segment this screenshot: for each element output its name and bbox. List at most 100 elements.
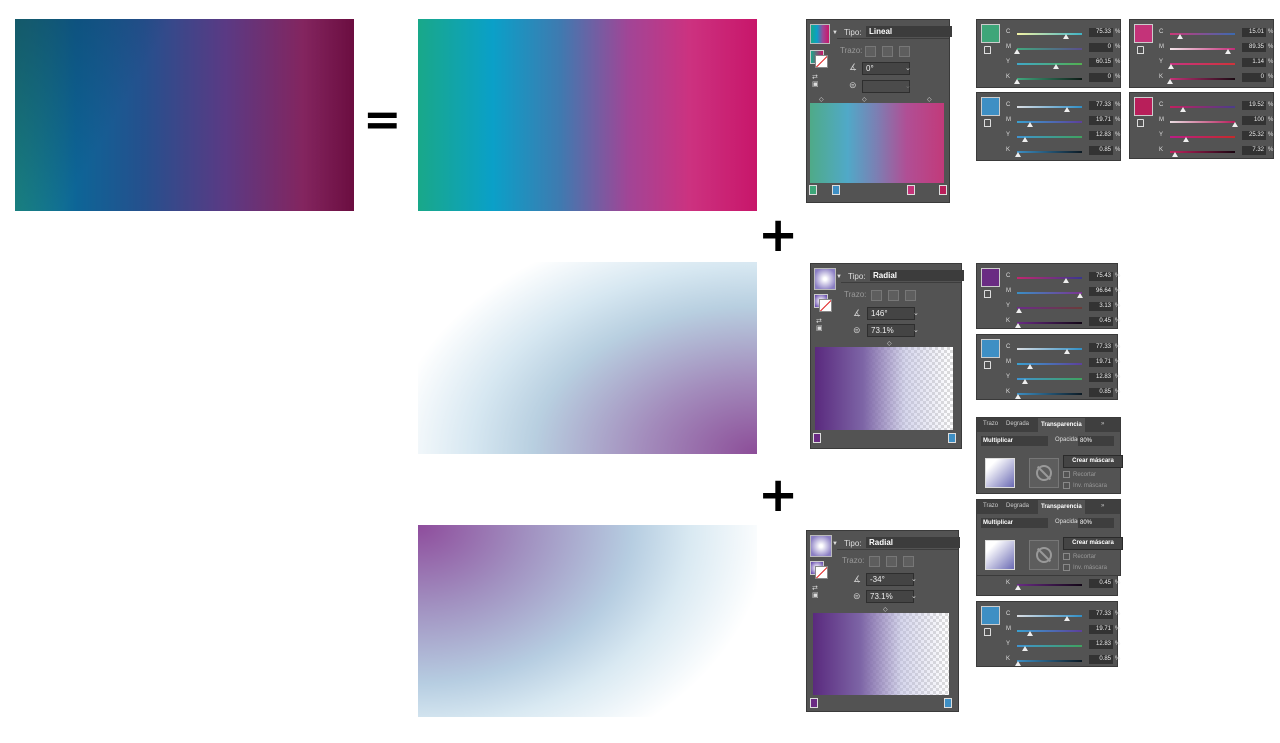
angle-field[interactable]: -34° [866,573,914,586]
slider-knob[interactable] [1014,323,1021,328]
stroke-along-button[interactable] [882,46,893,57]
tab-transparencia[interactable]: Transparencia [1038,500,1085,514]
tab-degradado[interactable]: Degrada [1006,421,1029,427]
tab-degradado[interactable]: Degrada [1006,503,1029,509]
channel-value-field[interactable]: 0 [1242,73,1266,82]
color-stop[interactable] [810,698,818,708]
chevron-down-icon[interactable]: ▼ [832,541,838,547]
blend-mode-select[interactable]: Multiplicar [981,518,1048,528]
channel-slider-track[interactable] [1017,292,1082,294]
channel-slider-track[interactable] [1017,151,1082,153]
color-swatch[interactable] [1134,24,1153,43]
tab-more[interactable]: » [1101,503,1104,509]
color-swatch[interactable] [981,268,1000,287]
slider-knob[interactable] [1014,49,1020,54]
channel-slider-track[interactable] [1170,136,1235,138]
slider-knob[interactable] [1027,122,1033,127]
channel-slider-track[interactable] [1170,63,1235,65]
slider-knob[interactable] [1062,34,1069,39]
channel-value-field[interactable]: 7.32 [1242,146,1266,155]
aspect-field[interactable]: 73.1% [867,324,915,337]
chevron-down-icon[interactable]: ▼ [836,274,842,280]
slider-knob[interactable] [1015,308,1022,313]
gradient-preview[interactable] [813,613,949,695]
slider-knob[interactable] [1014,394,1021,399]
swap-fill-stroke-icon[interactable]: ⇄ ▣ [816,318,823,332]
channel-slider-track[interactable] [1017,63,1082,65]
swap-fill-stroke-icon[interactable]: ⇄ ▣ [812,585,819,599]
object-thumbnail[interactable] [985,540,1015,570]
channel-value-field[interactable]: 1.14 [1242,58,1266,67]
make-mask-button[interactable]: Crear máscara [1063,537,1123,550]
channel-value-field[interactable]: 0.45 [1089,317,1113,326]
channel-slider-track[interactable] [1017,48,1082,50]
chevron-down-icon[interactable]: ⌄ [905,64,911,72]
color-stop[interactable] [809,185,817,195]
channel-value-field[interactable]: 60.15 [1089,58,1113,67]
color-swatch[interactable] [981,339,1000,358]
channel-slider-track[interactable] [1170,78,1235,80]
color-swatch[interactable] [1134,97,1153,116]
slider-knob[interactable] [1180,107,1186,112]
channel-slider-track[interactable] [1017,78,1082,80]
aspect-field[interactable] [862,80,910,93]
slider-knob[interactable] [1053,64,1059,69]
clip-checkbox[interactable]: Recortar [1063,471,1096,478]
chevron-down-icon[interactable]: ⌄ [913,326,919,334]
channel-value-field[interactable]: 19.71 [1089,116,1113,125]
invert-mask-checkbox[interactable]: Inv. máscara [1063,564,1107,571]
channel-value-field[interactable]: 77.33 [1089,610,1113,619]
tab-trazo[interactable]: Trazo [983,421,998,427]
slider-knob[interactable] [1064,107,1071,112]
slider-knob[interactable] [1176,34,1183,39]
slider-knob[interactable] [1022,137,1029,142]
midpoint-diamond[interactable]: ◇ [862,96,867,103]
channel-slider-track[interactable] [1017,393,1082,395]
slider-knob[interactable] [1167,79,1173,84]
aspect-field[interactable]: 73.1% [866,590,914,603]
midpoint-diamond[interactable]: ◇ [819,96,824,103]
slider-knob[interactable] [1014,661,1021,666]
color-stop[interactable] [813,433,821,443]
gradient-thumbnail[interactable] [810,24,830,44]
channel-value-field[interactable]: 96.64 [1089,287,1113,296]
gradient-thumbnail[interactable] [810,535,832,557]
chevron-down-icon[interactable]: ⌄ [905,82,911,90]
stroke-none-swatch[interactable] [815,566,828,579]
slider-knob[interactable] [1077,293,1084,298]
color-swatch[interactable] [981,24,1000,43]
color-stop[interactable] [948,433,956,443]
tipo-value[interactable]: Radial [870,270,964,281]
chevron-down-icon[interactable]: ⌄ [911,575,917,583]
channel-value-field[interactable]: 0 [1089,43,1113,52]
color-stop[interactable] [944,698,952,708]
tipo-value[interactable]: Radial [866,537,960,548]
color-stop[interactable] [907,185,915,195]
channel-value-field[interactable]: 19.71 [1089,625,1113,634]
opacity-field[interactable]: 80% [1078,436,1114,446]
channel-slider-track[interactable] [1017,348,1082,350]
object-thumbnail[interactable] [985,458,1015,488]
make-mask-button[interactable]: Crear máscara [1063,455,1123,468]
midpoint-diamond[interactable]: ◇ [887,340,892,347]
channel-value-field[interactable]: 19.52 [1242,101,1266,110]
channel-value-field[interactable]: 0.85 [1089,146,1113,155]
slider-knob[interactable] [1232,122,1238,127]
color-swatch[interactable] [981,97,1000,116]
channel-value-field[interactable]: 0 [1089,73,1113,82]
channel-value-field[interactable]: 75.33 [1089,28,1113,37]
color-stop[interactable] [939,185,947,195]
clip-checkbox[interactable]: Recortar [1063,553,1096,560]
tab-trazo[interactable]: Trazo [983,503,998,509]
slider-knob[interactable] [1027,364,1033,369]
tab-more[interactable]: » [1101,421,1104,427]
slider-knob[interactable] [1027,631,1033,636]
stroke-within-button[interactable] [871,290,882,301]
slider-knob[interactable] [1171,152,1178,157]
channel-value-field[interactable]: 100 [1242,116,1266,125]
slider-knob[interactable] [1224,49,1231,54]
channel-value-field[interactable]: 12.83 [1089,640,1113,649]
channel-slider-track[interactable] [1017,322,1082,324]
channel-slider-track[interactable] [1017,106,1082,108]
stroke-none-swatch[interactable] [819,299,832,312]
